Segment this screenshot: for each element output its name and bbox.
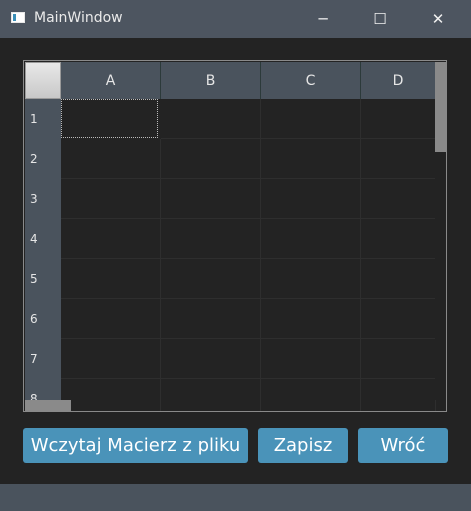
vertical-scroll-thumb[interactable] [435,62,446,152]
row-header-3[interactable]: 3 [25,179,61,219]
table-cell[interactable] [261,379,361,411]
window-title: MainWindow [34,10,123,26]
row-header-2[interactable]: 2 [25,139,61,179]
title-bar: MainWindow ─ ☐ ✕ [0,0,471,38]
table-cell[interactable] [161,139,261,179]
table-cell[interactable] [161,379,261,411]
table-cell[interactable] [261,99,361,139]
table-cell[interactable] [61,219,161,259]
table-cell[interactable] [61,339,161,379]
row-header-6[interactable]: 6 [25,299,61,339]
table-cell[interactable] [261,219,361,259]
table-cell[interactable] [361,219,436,259]
select-all-corner[interactable] [25,62,61,99]
minimize-button[interactable]: ─ [300,0,346,38]
matrix-table[interactable]: A B C D 1 2 3 4 5 6 7 8 [23,60,447,412]
table-cell[interactable] [61,259,161,299]
table-cell[interactable] [361,179,436,219]
table-cell[interactable] [161,179,261,219]
maximize-button[interactable]: ☐ [357,0,403,38]
table-cell[interactable] [361,339,436,379]
load-matrix-button[interactable]: Wczytaj Macierz z pliku [23,428,248,463]
table-cell[interactable] [361,299,436,339]
table-cell[interactable] [161,99,261,139]
table-cell[interactable] [261,259,361,299]
save-button[interactable]: Zapisz [258,428,348,463]
table-cell[interactable] [261,179,361,219]
table-cell[interactable] [161,299,261,339]
table-cell[interactable] [61,179,161,219]
table-cell[interactable] [61,379,161,411]
table-cell[interactable] [361,99,436,139]
app-icon [11,12,25,23]
back-button[interactable]: Wróć [358,428,448,463]
table-cell[interactable] [261,139,361,179]
row-header-4[interactable]: 4 [25,219,61,259]
column-header-b[interactable]: B [161,62,261,99]
table-cell[interactable] [361,139,436,179]
column-header-c[interactable]: C [261,62,361,99]
table-cell[interactable] [161,259,261,299]
table-cell[interactable] [261,339,361,379]
table-cell[interactable] [161,339,261,379]
table-cell[interactable] [61,139,161,179]
table-cell[interactable] [61,299,161,339]
row-header-7[interactable]: 7 [25,339,61,379]
table-cell[interactable] [61,99,158,138]
table-cell[interactable] [161,219,261,259]
column-header-a[interactable]: A [61,62,161,99]
table-cell[interactable] [361,259,436,299]
table-cell[interactable] [361,379,436,411]
status-bar [0,484,471,511]
close-button[interactable]: ✕ [415,0,461,38]
row-header-1[interactable]: 1 [25,99,61,139]
row-header-5[interactable]: 5 [25,259,61,299]
column-header-d[interactable]: D [361,62,436,99]
table-cell[interactable] [261,299,361,339]
horizontal-scroll-thumb[interactable] [25,400,71,411]
